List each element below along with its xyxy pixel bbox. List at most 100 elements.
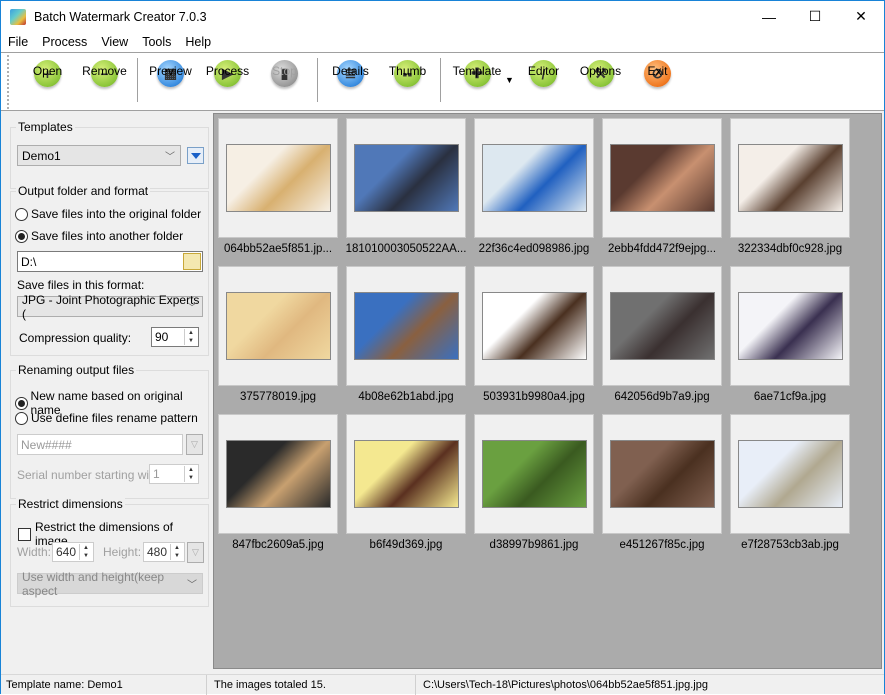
remove-button[interactable]: − Remove <box>76 53 133 109</box>
gallery-item[interactable]: e7f28753cb3ab.jpg <box>730 414 850 562</box>
thumbnail-frame <box>730 266 850 386</box>
serial-value: 1 <box>153 467 160 481</box>
template-select[interactable]: Demo1 ﹀ <box>17 145 181 166</box>
output-group-title: Output folder and format <box>16 184 151 198</box>
thumbnail-image <box>609 292 715 360</box>
status-template: Template name: Demo1 <box>1 675 207 695</box>
spinner-arrows-icon[interactable]: ▲ ▼ <box>170 544 183 560</box>
gallery-item[interactable]: 2ebb4fdd472f9ejpg... <box>602 118 722 266</box>
toolbar-separator <box>137 58 138 102</box>
file-name: 064bb52ae5f851.jp... <box>223 243 333 255</box>
dimensions-dropdown-button[interactable]: ▽ <box>187 542 204 563</box>
menu-file[interactable]: File <box>1 35 35 49</box>
gallery-item[interactable]: 22f36c4ed098986.jpg <box>474 118 594 266</box>
close-button[interactable]: ✕ <box>838 1 884 32</box>
thumb-button[interactable]: ▪▪ Thumb <box>379 53 436 109</box>
chevron-down-icon: ﹀ <box>187 303 197 314</box>
gallery-item[interactable]: 6ae71cf9a.jpg <box>730 266 850 414</box>
status-total-text: The images totaled 15. <box>214 679 326 691</box>
file-name: b6f49d369.jpg <box>369 539 443 551</box>
gallery-item[interactable]: e451267f85c.jpg <box>602 414 722 562</box>
toolbar: + Open − Remove ▦ Preview ▶ Process ▮ Stop ≣ D… <box>1 52 884 111</box>
serial-label: Serial number starting with <box>17 468 160 482</box>
gallery-item[interactable]: 064bb52ae5f851.jp... <box>218 118 338 266</box>
template-dropdown-arrow-icon[interactable]: ▼ <box>505 75 515 85</box>
width-spinner[interactable]: 640 ▲ ▼ <box>52 542 94 562</box>
gallery-item[interactable]: d38997b9861.jpg <box>474 414 594 562</box>
width-value: 640 <box>56 545 77 559</box>
details-button[interactable]: ≣ Details <box>322 53 379 109</box>
folder-icon[interactable] <box>183 253 201 270</box>
resize-mode-value: Use width and height(keep aspect <box>22 569 165 598</box>
radio-circle-selected <box>15 396 28 410</box>
menu-process[interactable]: Process <box>35 35 94 49</box>
thumbnail-frame <box>218 266 338 386</box>
maximize-icon: ☐ <box>808 8 822 24</box>
file-name: 322334dbf0c928.jpg <box>737 243 843 255</box>
height-spinner[interactable]: 480 ▲ ▼ <box>143 542 185 562</box>
rename-pattern-value: New#### <box>21 437 72 452</box>
gallery-item[interactable]: 181010003050522AA... <box>346 118 466 266</box>
toolbar-grip[interactable] <box>7 55 13 109</box>
gallery-item[interactable]: 642056d9b7a9.jpg <box>602 266 722 414</box>
template-label: Template <box>452 64 502 78</box>
thumbnail-image <box>737 440 843 508</box>
thumbnail-frame <box>346 414 466 534</box>
radio-rename-pattern-label: Use define files rename pattern <box>31 411 198 425</box>
options-button[interactable]: ⚒ Options <box>572 53 629 109</box>
menu-help[interactable]: Help <box>178 35 218 49</box>
thumbnail-image <box>225 440 331 508</box>
thumbnail-image <box>609 440 715 508</box>
dimensions-group-title: Restrict dimensions <box>16 497 125 511</box>
output-group: Output folder and format Save files into… <box>10 184 209 356</box>
format-select[interactable]: JPG - Joint Photographic Experts (﹀ <box>17 293 203 321</box>
gallery-item[interactable]: 4b08e62b1abd.jpg <box>346 266 466 414</box>
gallery-item[interactable]: b6f49d369.jpg <box>346 414 466 562</box>
height-value: 480 <box>147 545 168 559</box>
template-button[interactable]: ✚ Template <box>445 53 509 109</box>
gallery-item[interactable]: 503931b9980a4.jpg <box>474 266 594 414</box>
output-folder-value: D:\ <box>21 254 37 269</box>
template-menu-button[interactable] <box>187 147 204 164</box>
radio-another-folder[interactable]: Save files into another folder <box>15 229 183 243</box>
resize-mode-select[interactable]: Use width and height(keep aspect ﹀ <box>17 570 203 598</box>
gallery-item[interactable]: 322334dbf0c928.jpg <box>730 118 850 266</box>
maximize-button[interactable]: ☐ <box>792 1 838 32</box>
thumbnail-image <box>225 144 331 212</box>
gallery-item[interactable]: 847fbc2609a5.jpg <box>218 414 338 562</box>
spinner-arrows-icon[interactable]: ▲ ▼ <box>184 466 197 482</box>
menu-view[interactable]: View <box>94 35 135 49</box>
thumbnail-image <box>225 292 331 360</box>
spinner-arrows-icon[interactable]: ▲ ▼ <box>79 544 92 560</box>
thumbnail-frame <box>474 266 594 386</box>
pattern-dropdown-button[interactable]: ▽ <box>186 434 203 455</box>
gallery-item[interactable]: 375778019.jpg <box>218 266 338 414</box>
quality-spinner[interactable]: 90 ▲ ▼ <box>151 327 199 347</box>
process-button[interactable]: ▶ Process <box>199 53 256 109</box>
output-folder-input[interactable]: D:\ <box>17 251 203 272</box>
toolbar-separator <box>317 58 318 102</box>
thumbnail-frame <box>218 118 338 238</box>
thumb-label: Thumb <box>388 64 427 78</box>
exit-button[interactable]: ⊘ Exit <box>629 53 686 109</box>
details-label: Details <box>332 64 369 78</box>
open-button[interactable]: + Open <box>19 53 76 109</box>
height-label: Height: <box>103 545 142 559</box>
file-name: 642056d9b7a9.jpg <box>614 391 710 403</box>
stop-button[interactable]: ▮ Stop <box>256 53 313 109</box>
process-label: Process <box>205 64 250 78</box>
checkbox-box <box>18 527 31 541</box>
editor-button[interactable]: / Editor <box>515 53 572 109</box>
radio-original-folder[interactable]: Save files into the original folder <box>15 207 201 221</box>
format-label: Save files in this format: <box>17 278 145 292</box>
minimize-button[interactable]: — <box>746 1 792 32</box>
preview-button[interactable]: ▦ Preview <box>142 53 199 109</box>
menu-tools[interactable]: Tools <box>135 35 178 49</box>
rename-pattern-input[interactable]: New#### <box>17 434 183 455</box>
dimensions-group: Restrict dimensions Restrict the dimensi… <box>10 497 209 607</box>
thumbnail-frame <box>474 118 594 238</box>
spinner-arrows-icon[interactable]: ▲ ▼ <box>184 329 197 345</box>
thumbnail-image <box>737 292 843 360</box>
serial-spinner[interactable]: 1 ▲ ▼ <box>149 464 199 484</box>
radio-rename-pattern[interactable]: Use define files rename pattern <box>15 411 198 425</box>
